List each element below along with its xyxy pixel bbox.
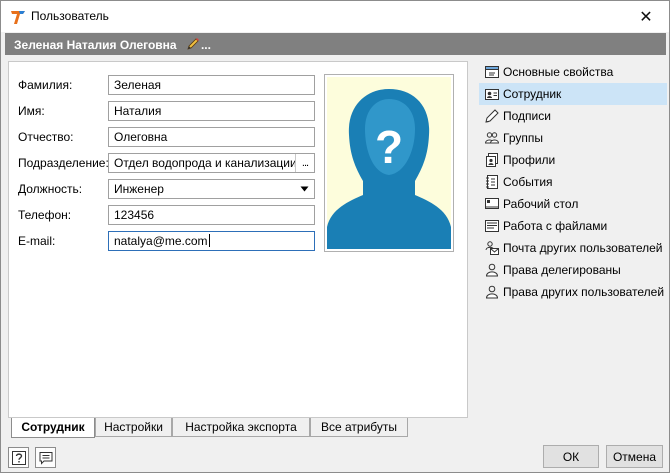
close-button[interactable]: ✕ — [623, 1, 669, 32]
sidebar-item-label: Основные свойства — [503, 65, 614, 79]
department-value: Отдел водопрода и канализации — [114, 156, 297, 170]
phone-field[interactable]: 123456 — [108, 205, 315, 225]
sidebar-item-other-users-rights[interactable]: Права других пользователей — [479, 281, 667, 303]
employee-card-icon — [485, 89, 499, 100]
title-bar: Пользователь ✕ — [1, 1, 669, 32]
mail-icon — [485, 241, 499, 255]
middle-name-label: Отчество: — [18, 130, 74, 144]
first-name-label: Имя: — [18, 104, 45, 118]
sidebar-item-groups[interactable]: Группы — [479, 127, 667, 149]
email-field[interactable]: natalya@me.com — [108, 231, 315, 251]
user-dialog: Пользователь ✕ Зеленая Наталия Олеговна … — [0, 0, 670, 473]
user-photo-placeholder-icon: ? — [327, 77, 451, 249]
email-label: E-mail: — [18, 234, 56, 248]
files-icon — [485, 220, 499, 232]
ok-button[interactable]: ОК — [543, 445, 599, 468]
sidebar-item-label: Профили — [503, 153, 556, 167]
sidebar-item-other-users-mail[interactable]: Почта других пользователей — [479, 237, 667, 259]
sidebar-item-label: Права других пользователей — [503, 285, 665, 299]
tab-all-attributes[interactable]: Все атрибуты — [310, 418, 408, 437]
phone-label: Телефон: — [18, 208, 72, 222]
sidebar-item-delegated-rights[interactable]: Права делегированы — [479, 259, 667, 281]
chevron-down-icon[interactable] — [295, 180, 314, 198]
user-rights-icon — [485, 263, 499, 277]
user-rights-icon — [485, 285, 499, 299]
sidebar-item-label: Рабочий стол — [503, 197, 579, 211]
employee-panel: Фамилия: Зеленая Имя: Наталия Отчество: … — [8, 61, 468, 418]
comment-icon — [39, 451, 52, 465]
sidebar-item-main-properties[interactable]: Основные свойства — [479, 61, 667, 83]
desktop-icon — [485, 198, 499, 209]
middle-name-field[interactable]: Олеговна — [108, 127, 315, 147]
tab-export-settings[interactable]: Настройка экспорта — [172, 418, 310, 437]
cancel-button[interactable]: Отмена — [606, 445, 663, 468]
text-caret — [208, 234, 210, 247]
department-field[interactable]: Отдел водопрода и канализации ... — [108, 153, 315, 173]
photo-question-mark: ? — [375, 121, 403, 173]
sidebar-item-label: Права делегированы — [503, 263, 621, 277]
user-header: Зеленая Наталия Олеговна ... — [5, 33, 666, 55]
help-button[interactable] — [8, 447, 29, 468]
department-label: Подразделение: — [18, 156, 109, 170]
sidebar-item-label: Почта других пользователей — [503, 241, 663, 255]
profiles-icon — [486, 153, 498, 167]
signature-pen-icon — [485, 109, 499, 123]
last-name-label: Фамилия: — [18, 78, 73, 92]
sidebar-item-profiles[interactable]: Профили — [479, 149, 667, 171]
help-icon — [11, 450, 26, 465]
events-icon — [486, 175, 498, 189]
last-name-field[interactable]: Зеленая — [108, 75, 315, 95]
sidebar-item-label: События — [503, 175, 553, 189]
department-browse-button[interactable]: ... — [295, 154, 314, 172]
app-logo-icon — [11, 11, 25, 24]
sidebar-item-label: Сотрудник — [503, 87, 562, 101]
photo-frame[interactable]: ? — [324, 74, 454, 252]
first-name-field[interactable]: Наталия — [108, 101, 315, 121]
sidebar-item-signatures[interactable]: Подписи — [479, 105, 667, 127]
user-name: Зеленая Наталия Олеговна — [14, 38, 177, 52]
sidebar-item-label: Группы — [503, 131, 543, 145]
sidebar-item-label: Работа с файлами — [503, 219, 608, 233]
sidebar-item-desktop[interactable]: Рабочий стол — [479, 193, 667, 215]
tab-settings[interactable]: Настройки — [95, 418, 172, 437]
sidebar-item-events[interactable]: События — [479, 171, 667, 193]
window-title: Пользователь — [31, 9, 109, 23]
sidebar-item-files[interactable]: Работа с файлами — [479, 215, 667, 237]
sidebar-item-employee[interactable]: Сотрудник — [479, 83, 667, 105]
groups-icon — [484, 132, 500, 144]
tab-employee[interactable]: Сотрудник — [11, 418, 95, 438]
properties-icon — [485, 66, 499, 78]
email-value: natalya@me.com — [114, 234, 208, 248]
sidebar: Основные свойства Сотрудник Подписи Груп… — [479, 61, 667, 303]
comment-button[interactable] — [35, 447, 56, 468]
edit-pencil-icon[interactable] — [186, 37, 200, 51]
edit-ellipsis[interactable]: ... — [201, 38, 211, 52]
sidebar-item-label: Подписи — [503, 109, 551, 123]
position-value: Инженер — [114, 182, 164, 196]
position-label: Должность: — [18, 182, 83, 196]
position-select[interactable]: Инженер — [108, 179, 315, 199]
